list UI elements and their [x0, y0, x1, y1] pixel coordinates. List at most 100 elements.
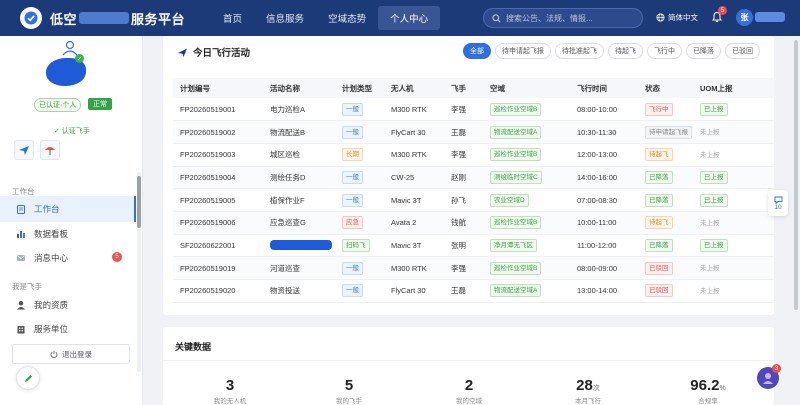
cell-status: 已驳回: [638, 256, 693, 280]
cell-status: 已降落: [638, 188, 693, 212]
col-uom: UOM上报: [693, 78, 774, 98]
airspace-tag: 物流配送空域A: [490, 284, 542, 298]
cell-pilot: 钱航: [444, 211, 483, 235]
table-row[interactable]: FP20260519004 测绘任务D 一般 CW-25 赵刚 测绘临时空域C …: [173, 166, 774, 190]
cell-activity-name: [263, 234, 335, 258]
stat-number: 2: [464, 377, 474, 394]
stat-number: 3: [225, 377, 235, 394]
stat-value: 2: [424, 377, 514, 394]
table-row[interactable]: SF20260622001 扫码飞 Mavic 3T 张明 净月潭无飞区 11:…: [173, 234, 774, 258]
user-avatar[interactable]: 张: [736, 9, 753, 26]
table-row[interactable]: FP20260519019 河道巡查 一般 M300 RTK 李强 巡检作业空域…: [173, 256, 774, 280]
cell-uom: 已上报: [693, 98, 774, 122]
building-icon: [16, 324, 26, 334]
filter-rejected[interactable]: 已驳回: [725, 43, 760, 59]
language-label: 简体中文: [668, 13, 698, 22]
stat-label: 我的无人机: [213, 398, 247, 405]
stat-drones[interactable]: 3 我的无人机: [185, 377, 275, 405]
cell-activity-name: 应急巡查G: [263, 211, 335, 235]
stat-label: 本月飞行: [575, 398, 601, 405]
uom-badge: 已上报: [700, 170, 728, 184]
stat-value: 28次: [543, 377, 633, 394]
status-badge: 飞行中: [645, 102, 673, 116]
stat-airspaces[interactable]: 2 我的空域: [424, 377, 514, 405]
messages-badge: 5: [112, 252, 122, 262]
table-row[interactable]: FP20260519005 植保作业F 一般 Mavic 3T 孙飞 农业空域D…: [173, 188, 774, 212]
cell-airspace: 净月潭无飞区: [483, 234, 570, 258]
cell-plan-id: FP20260519004: [173, 166, 263, 190]
type-tag: 长期: [342, 148, 363, 162]
stat-compliance-rate[interactable]: 96.2% 合规率: [663, 377, 753, 405]
sidebar-item-label: 数据看板: [34, 229, 69, 239]
power-icon: [50, 350, 58, 358]
col-pilot: 飞手: [444, 78, 483, 98]
bar-chart-icon: [16, 229, 26, 239]
umbrella-app-icon[interactable]: [40, 140, 60, 160]
filter-landed[interactable]: 已降落: [686, 43, 721, 59]
page-scrollbar[interactable]: [794, 40, 798, 310]
status-badge: 已降落: [645, 193, 673, 207]
cell-airspace: 巡检作业空域B: [483, 143, 570, 167]
stat-pilots[interactable]: 5 我的飞手: [304, 377, 394, 405]
redacted-username[interactable]: [755, 12, 785, 22]
drone-app-icon[interactable]: [14, 140, 34, 160]
sidebar-item-dashboard[interactable]: 数据看板: [0, 221, 136, 247]
language-switch[interactable]: 简体中文: [656, 12, 698, 23]
table-row[interactable]: FP20260519020 物资投送 一般 FlyCart 30 王磊 物流配送…: [173, 279, 774, 303]
cell-pilot: 王磊: [444, 120, 483, 144]
filter-pending-report[interactable]: 待申请起飞报: [495, 43, 551, 59]
cell-plan-id: FP20260519005: [173, 188, 263, 212]
filter-pending-approval[interactable]: 待批准起飞: [555, 43, 604, 59]
airspace-tag: 测绘临时空域C: [490, 170, 542, 184]
redacted-mark: [79, 12, 130, 24]
cell-pilot: 赵刚: [444, 166, 483, 190]
edit-button[interactable]: [16, 366, 40, 390]
table-row[interactable]: FP20260519001 电力巡检A 一般 M300 RTK 李强 巡检作业空…: [173, 98, 774, 122]
cell-drone: M300 RTK: [384, 256, 444, 280]
logout-button[interactable]: 退出登录: [12, 344, 130, 364]
filter-pending-takeoff[interactable]: 待起飞: [608, 43, 643, 59]
search-input[interactable]: 搜索公告、法规、情报...: [483, 8, 643, 28]
verified-check-icon: ✓: [75, 54, 84, 63]
logo-icon[interactable]: [20, 7, 42, 29]
status-filter-group: 全部 待申请起飞报 待批准起飞 待起飞 飞行中 已降落 已驳回: [463, 43, 760, 59]
sidebar-item-service-units[interactable]: 服务单位: [0, 316, 136, 342]
cell-flight-time: 08:00-10:00: [570, 98, 638, 122]
search-icon: [492, 13, 501, 23]
stat-monthly-flights[interactable]: 28次 本月飞行: [543, 377, 633, 405]
sidebar-item-label: 我的资质: [34, 300, 69, 310]
nav-home[interactable]: 首页: [211, 0, 254, 36]
uom-badge: 已上报: [700, 238, 728, 252]
cell-plan-type: 扫码飞: [335, 234, 384, 258]
filter-all[interactable]: 全部: [463, 43, 491, 59]
sidebar-item-workbench[interactable]: 工作台: [0, 196, 136, 222]
float-count: 10: [774, 203, 782, 211]
col-activity-name: 活动名称: [263, 78, 335, 98]
filter-in-flight[interactable]: 飞行中: [647, 43, 682, 59]
table-row[interactable]: FP20260519002 物流配送B 一般 FlyCart 30 王磊 物流配…: [173, 120, 774, 144]
cell-plan-type: 一般: [335, 120, 384, 144]
nav-personal-center[interactable]: 个人中心: [378, 6, 441, 30]
nav-airspace[interactable]: 空域态势: [316, 0, 378, 36]
cell-activity-name: 物流配送B: [263, 120, 335, 144]
key-data-title: 关键数据: [175, 342, 212, 352]
uom-badge: 已上报: [700, 102, 728, 116]
divider: [163, 360, 774, 361]
sidebar-item-label: 消息中心: [34, 253, 69, 263]
cell-airspace: 巡检作业空域B: [483, 256, 570, 280]
sidebar-item-qualification[interactable]: 我的资质: [0, 292, 136, 318]
table-row[interactable]: FP20260519003 城区巡检 长期 M300 RTK 李强 巡检作业空域…: [173, 143, 774, 167]
col-flight-time: 飞行时间: [570, 78, 638, 98]
cell-uom: 已上报: [693, 234, 774, 258]
uom-badge: 未上报: [700, 287, 720, 295]
type-tag: 一般: [342, 102, 363, 116]
plane-icon: [178, 48, 187, 57]
nav-info-service[interactable]: 信息服务: [254, 0, 316, 36]
notification-badge: 5: [718, 6, 727, 15]
sidebar: ✓ 已认证·个人 正常 ✓ 认证飞手 工作台 工作台 数据看板 消息中心 5 我…: [0, 36, 143, 405]
cell-activity-name: 物资投送: [263, 279, 335, 303]
stat-unit: %: [719, 385, 726, 392]
table-row[interactable]: FP20260519006 应急巡查G 应急 Avata 2 钱航 巡检作业空域…: [173, 211, 774, 235]
sidebar-scrollbar[interactable]: [137, 176, 141, 228]
feedback-float-button[interactable]: 10: [768, 190, 788, 216]
